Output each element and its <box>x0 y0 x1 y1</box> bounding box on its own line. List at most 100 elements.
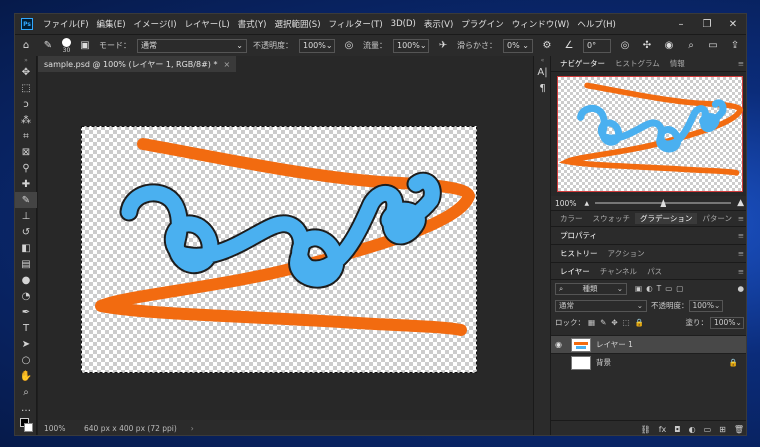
menu-filter[interactable]: フィルター(T) <box>325 18 387 30</box>
smoothing-field[interactable]: 0% ⌄ <box>503 38 533 53</box>
toolbox-collapse-icon[interactable]: » <box>15 56 37 64</box>
layer-opacity-field[interactable]: 100% ⌄ <box>688 299 723 312</box>
tab-layers[interactable]: レイヤー <box>555 266 595 277</box>
blend-mode-select[interactable]: 通常 ⌄ <box>555 299 647 312</box>
tab-color[interactable]: カラー <box>555 213 588 224</box>
magic-wand-tool-icon[interactable]: ⁂ <box>15 112 37 128</box>
pressure-opacity-icon[interactable]: ◎ <box>341 38 357 54</box>
menu-view[interactable]: 表示(V) <box>420 18 457 30</box>
menu-layer[interactable]: レイヤー(L) <box>181 18 234 30</box>
properties-panel-header[interactable]: プロパティ ≡ <box>551 227 746 245</box>
tab-channels[interactable]: チャンネル <box>595 266 642 277</box>
panel-menu-icon[interactable]: ≡ <box>738 267 744 276</box>
pressure-size-icon[interactable]: ◎ <box>617 38 633 54</box>
paragraph-panel-icon[interactable]: ¶ <box>534 80 551 96</box>
tab-navigator[interactable]: ナビゲーター <box>555 58 610 69</box>
link-layers-icon[interactable]: ⛓ <box>641 425 651 434</box>
menu-window[interactable]: ウィンドウ(W) <box>508 18 574 30</box>
healing-brush-tool-icon[interactable]: ✚ <box>15 176 37 192</box>
delete-layer-icon[interactable]: 🗑 <box>734 425 744 434</box>
eyedropper-tool-icon[interactable]: ⚲ <box>15 160 37 176</box>
new-group-icon[interactable]: ▭ <box>704 425 712 434</box>
brush-tool-icon[interactable]: ✎ <box>15 192 37 208</box>
tab-patterns[interactable]: パターン <box>697 213 737 224</box>
navigator-zoom-slider[interactable] <box>595 199 732 207</box>
ellipse-tool-icon[interactable]: ○ <box>15 352 37 368</box>
gear-icon[interactable]: ⚙ <box>539 38 555 54</box>
path-selection-tool-icon[interactable]: ➤ <box>15 336 37 352</box>
menu-edit[interactable]: 編集(E) <box>93 18 130 30</box>
slider-knob[interactable] <box>660 199 667 207</box>
hand-tool-icon[interactable]: ✋ <box>15 368 37 384</box>
navigator-zoom-value[interactable]: 100% <box>555 199 576 208</box>
angle-field[interactable]: 0° <box>583 38 611 53</box>
account-icon[interactable]: ◉ <box>661 38 677 54</box>
lasso-tool-icon[interactable]: ↄ <box>15 96 37 112</box>
layer-row-layer1[interactable]: ◉ レイヤー 1 <box>551 335 746 353</box>
frame-tool-icon[interactable]: ⊠ <box>15 144 37 160</box>
zoom-in-icon[interactable]: ▲ <box>737 198 744 208</box>
layer-kind-select[interactable]: ⌕ 種類 ⌄ <box>555 282 627 295</box>
maximize-button[interactable]: ❐ <box>694 14 720 34</box>
layer-style-icon[interactable]: fx <box>659 425 667 434</box>
clone-stamp-tool-icon[interactable]: ⊥ <box>15 208 37 224</box>
tab-swatches[interactable]: スウォッチ <box>588 213 636 224</box>
panel-menu-icon[interactable]: ≡ <box>738 249 744 258</box>
zoom-out-icon[interactable]: ▲ <box>584 200 589 207</box>
share-icon[interactable]: ⇪ <box>727 38 743 54</box>
collapse-panels-icon[interactable]: « <box>534 56 551 64</box>
close-icon[interactable]: × <box>223 60 230 69</box>
home-icon[interactable]: ⌂ <box>18 38 34 54</box>
new-layer-icon[interactable]: ⊞ <box>719 425 726 434</box>
gradient-tool-icon[interactable]: ▤ <box>15 256 37 272</box>
background-color-swatch[interactable] <box>24 423 33 432</box>
menu-plugins[interactable]: プラグイン <box>457 18 508 30</box>
search-icon[interactable]: ⌕ <box>683 38 699 54</box>
status-chevron-icon[interactable]: › <box>191 424 194 433</box>
adjustment-layer-icon[interactable]: ◐ <box>689 425 696 434</box>
menu-image[interactable]: イメージ(I) <box>130 18 181 30</box>
document-canvas[interactable] <box>81 126 477 373</box>
panel-menu-icon[interactable]: ≡ <box>738 214 744 223</box>
tab-info[interactable]: 情報 <box>665 58 690 69</box>
move-tool-icon[interactable]: ✥ <box>15 64 37 80</box>
filter-toggle-icon[interactable]: ● <box>737 284 744 293</box>
brush-settings-icon[interactable]: ▣ <box>77 38 93 54</box>
more-tools-icon[interactable]: … <box>15 400 37 416</box>
panel-menu-icon[interactable]: ≡ <box>738 59 744 68</box>
eye-icon[interactable]: ◉ <box>555 340 565 349</box>
menu-type[interactable]: 書式(Y) <box>234 18 271 30</box>
zoom-tool-icon[interactable]: ⌕ <box>15 384 37 400</box>
airbrush-icon[interactable]: ✈ <box>435 38 451 54</box>
symmetry-icon[interactable]: ✣ <box>639 38 655 54</box>
menu-3d[interactable]: 3D(D) <box>387 19 420 29</box>
eraser-tool-icon[interactable]: ◧ <box>15 240 37 256</box>
menu-help[interactable]: ヘルプ(H) <box>573 18 620 30</box>
flow-field[interactable]: 100% ⌄ <box>393 38 429 53</box>
dodge-tool-icon[interactable]: ◔ <box>15 288 37 304</box>
tab-history[interactable]: ヒストリー <box>555 248 603 259</box>
history-brush-tool-icon[interactable]: ↺ <box>15 224 37 240</box>
workspace-icon[interactable]: ▭ <box>705 38 721 54</box>
close-window-button[interactable]: ✕ <box>720 14 746 34</box>
fill-field[interactable]: 100% ⌄ <box>710 316 744 329</box>
canvas-workspace[interactable] <box>38 72 533 420</box>
mode-select[interactable]: 通常 ⌄ <box>137 38 247 53</box>
lock-icons[interactable]: ▦✎✥⬚🔒 <box>588 318 649 327</box>
opacity-field[interactable]: 100% ⌄ <box>299 38 335 53</box>
layer-row-background[interactable]: 背景 🔒 <box>551 353 746 371</box>
document-tab[interactable]: sample.psd @ 100% (レイヤー 1, RGB/8#) * × <box>38 56 237 72</box>
tab-histogram[interactable]: ヒストグラム <box>610 58 665 69</box>
character-panel-icon[interactable]: A| <box>534 64 551 80</box>
status-zoom[interactable]: 100% <box>44 424 80 433</box>
brush-preset-icon[interactable]: ✎ <box>40 38 56 54</box>
panel-menu-icon[interactable]: ≡ <box>738 231 744 240</box>
layer-mask-icon[interactable]: ◘ <box>674 425 680 434</box>
minimize-button[interactable]: – <box>668 14 694 34</box>
blur-tool-icon[interactable]: ● <box>15 272 37 288</box>
tab-paths[interactable]: パス <box>642 266 667 277</box>
type-tool-icon[interactable]: T <box>15 320 37 336</box>
menu-select[interactable]: 選択範囲(S) <box>270 18 324 30</box>
pen-tool-icon[interactable]: ✒ <box>15 304 37 320</box>
color-swatches[interactable] <box>15 416 37 435</box>
